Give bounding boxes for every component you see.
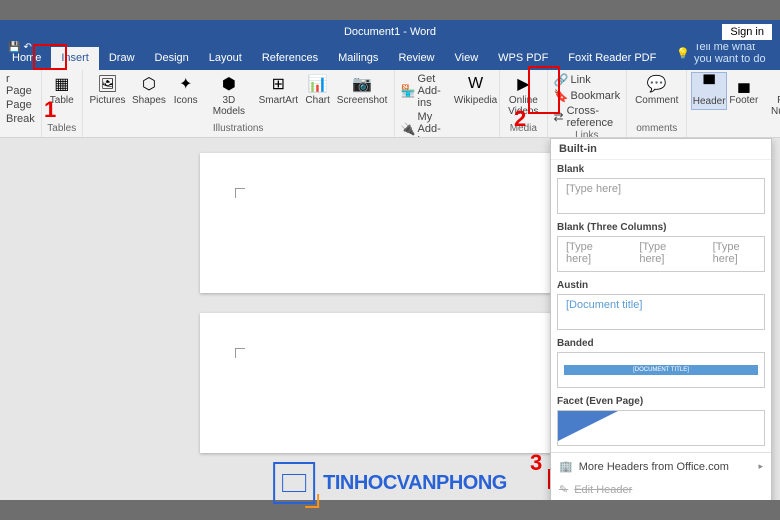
tab-view[interactable]: View	[445, 47, 489, 70]
annotation-3: 3	[530, 450, 542, 476]
watermark-logo	[273, 462, 315, 504]
annotation-box-1	[33, 44, 67, 70]
screenshot-icon: 📷	[352, 74, 372, 94]
get-addins[interactable]: 🏪Get Add-ins	[399, 72, 455, 110]
group-comments: 💬Comment omments	[627, 70, 687, 137]
doc-title: Document1 - Word	[344, 26, 436, 38]
group-illustrations: 🖼Pictures ⬡Shapes ✦Icons ⬢3D Models ⊞Sma…	[83, 70, 395, 137]
quick-access: 💾 ↶	[8, 42, 32, 53]
smartart-icon: ⊞	[268, 74, 288, 94]
header-option-banded[interactable]: Banded [DOCUMENT TITLE]	[551, 334, 771, 392]
tab-foxit[interactable]: Foxit Reader PDF	[558, 47, 666, 70]
crossref-button[interactable]: ⇄Cross-reference	[552, 104, 623, 130]
chart-button[interactable]: 📊Chart	[302, 72, 334, 108]
3dmodels-button[interactable]: ⬢3D Models	[203, 72, 255, 119]
cube-icon: ⬢	[219, 74, 239, 94]
comment-button[interactable]: 💬Comment	[631, 72, 682, 108]
tab-mailings[interactable]: Mailings	[328, 47, 388, 70]
title-bar: Document1 - Word Sign in	[0, 20, 780, 44]
save-icon[interactable]: 💾	[8, 42, 20, 53]
tab-draw[interactable]: Draw	[99, 47, 145, 70]
tab-review[interactable]: Review	[388, 47, 444, 70]
ribbon: r Page Page Break ▦Table Tables 🖼Picture…	[0, 70, 780, 138]
header-option-blank[interactable]: Blank [Type here]	[551, 160, 771, 218]
header-option-austin[interactable]: Austin [Document title]	[551, 276, 771, 334]
footer-icon: ▄	[734, 74, 754, 94]
header-icon: ▀	[699, 75, 719, 95]
table-icon: ▦	[52, 74, 72, 94]
wikipedia-button[interactable]: WWikipedia	[456, 72, 495, 108]
annotation-box-2	[528, 66, 560, 114]
comment-icon: 💬	[647, 74, 667, 94]
workspace: Built-in Blank [Type here] Blank (Three …	[0, 138, 780, 500]
chevron-right-icon: ▸	[758, 461, 763, 472]
signin-button[interactable]: Sign in	[722, 24, 772, 40]
header-button[interactable]: ▀Header	[691, 72, 726, 110]
page-2[interactable]	[200, 313, 580, 453]
tab-references[interactable]: References	[252, 47, 328, 70]
icons-icon: ✦	[176, 74, 196, 94]
footer-button[interactable]: ▄Footer	[728, 72, 760, 108]
cover-page[interactable]: r Page	[4, 72, 37, 98]
pictures-icon: 🖼	[98, 74, 118, 94]
annotation-1: 1	[44, 97, 56, 123]
page-break[interactable]: Break	[4, 112, 37, 126]
shapes-button[interactable]: ⬡Shapes	[129, 72, 168, 108]
group-headerfooter: ▀Header ▄Footer #Page Number	[687, 70, 780, 137]
office-icon: 🏢	[559, 460, 573, 473]
blank-page[interactable]: Page	[4, 98, 34, 112]
pictures-button[interactable]: 🖼Pictures	[87, 72, 129, 108]
header-option-facet[interactable]: Facet (Even Page)	[551, 392, 771, 450]
edit-icon: ✎	[559, 483, 568, 496]
watermark-text: TINHOCVANPHONG	[323, 472, 507, 495]
bookmark-button[interactable]: 🔖Bookmark	[552, 88, 623, 104]
tab-design[interactable]: Design	[145, 47, 199, 70]
chart-icon: 📊	[308, 74, 328, 94]
bulb-icon: 💡	[676, 47, 690, 60]
page-1[interactable]	[200, 153, 580, 293]
header-option-three-columns[interactable]: Blank (Three Columns) [Type here][Type h…	[551, 218, 771, 276]
screenshot-button[interactable]: 📷Screenshot	[335, 72, 390, 108]
annotation-2: 2	[514, 106, 526, 132]
store-icon: 🏪	[401, 84, 415, 98]
header-dropdown: Built-in Blank [Type here] Blank (Three …	[550, 138, 772, 500]
ribbon-tabs: Home Insert Draw Design Layout Reference…	[0, 44, 780, 70]
pagenumber-button[interactable]: #Page Number	[761, 72, 780, 119]
watermark: TINHOCVANPHONG	[273, 462, 507, 504]
group-pages: r Page Page Break	[0, 70, 42, 137]
more-headers[interactable]: 🏢More Headers from Office.com▸	[551, 455, 771, 478]
addins-icon: 🔌	[401, 122, 415, 136]
undo-icon[interactable]: ↶	[23, 42, 31, 53]
my-addins[interactable]: 🔌My Add-ins	[399, 110, 455, 138]
tab-layout[interactable]: Layout	[199, 47, 252, 70]
wikipedia-icon: W	[466, 74, 486, 94]
dropdown-section-title: Built-in	[551, 139, 771, 160]
shapes-icon: ⬡	[139, 74, 159, 94]
smartart-button[interactable]: ⊞SmartArt	[256, 72, 301, 108]
icons-button[interactable]: ✦Icons	[170, 72, 202, 108]
edit-header[interactable]: ✎Edit Header	[551, 478, 771, 500]
group-addins: 🏪Get Add-ins 🔌My Add-ins WWikipedia Add-…	[395, 70, 501, 137]
